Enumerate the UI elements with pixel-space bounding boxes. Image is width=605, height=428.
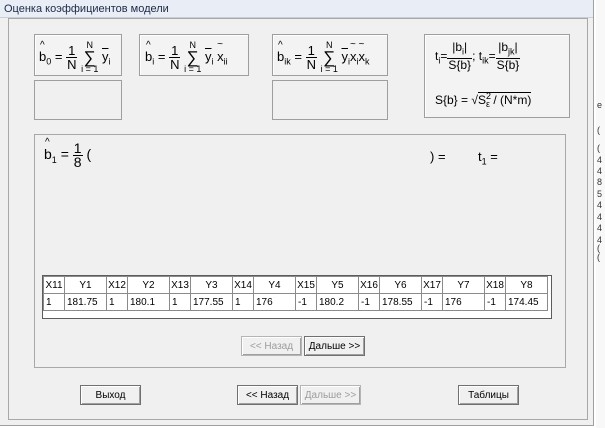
- column-header: Y6: [379, 276, 422, 294]
- column-header: Y2: [127, 276, 170, 294]
- table-cell[interactable]: 177.55: [190, 293, 233, 311]
- table-cell[interactable]: 178.55: [379, 293, 422, 311]
- formula-t-box: ti= |bi| S{b}; tik= |bjk| S{b} S{b} = √S2ε /…: [424, 34, 570, 118]
- background-window-edge: e((4 4 8 5 4 4 4 4((: [596, 0, 605, 428]
- table-cell[interactable]: 1: [43, 293, 65, 311]
- calc-expression: ^ b1 = 1 8 (: [44, 137, 92, 170]
- bik-result-box: [272, 80, 388, 120]
- tables-button[interactable]: Таблицы: [458, 385, 519, 405]
- formula-b0-box: ^ b0 = 1 N N ∑ i = 1 yi: [34, 34, 122, 76]
- formula-t: ti= |bi| S{b}; tik= |bjk| S{b}: [435, 40, 521, 73]
- hat-symbol: ^: [40, 39, 45, 51]
- table-cell[interactable]: 180.1: [127, 293, 170, 311]
- calc-result: ) =: [430, 149, 446, 164]
- back-button[interactable]: << Назад: [237, 385, 298, 405]
- table-cell[interactable]: -1: [295, 293, 317, 311]
- background-text: (: [597, 143, 600, 153]
- column-header: X15: [295, 276, 317, 294]
- table-cell[interactable]: 181.75: [64, 293, 107, 311]
- data-table[interactable]: X11 Y1 X12 Y2 X13 Y3 X14 Y4 X15 Y5 X16 Y6 X17 Y7 X18 Y8…: [43, 276, 548, 311]
- table-cell[interactable]: 1: [232, 293, 254, 311]
- formula-s: S{b} = √S2ε / (N*m): [435, 91, 532, 110]
- coefficient-estimation-window: Оценка коэффициентов модели ^ b0 = 1 N N…: [0, 0, 594, 426]
- background-text: 5: [597, 189, 603, 199]
- fraction: 1 N: [66, 43, 78, 72]
- table-row[interactable]: 1 181.75 1 180.1 1 177.55 1 176 -1 180.2 -1 178.55-…: [43, 293, 548, 311]
- inner-back-button[interactable]: << Назад: [241, 336, 302, 356]
- column-header: X11: [43, 276, 65, 294]
- formula-bik-box: ^ bik = 1 N N ∑ i = 1 yi ~ xi ~ xk: [272, 34, 388, 76]
- background-text: (: [597, 125, 600, 135]
- column-header: Y7: [442, 276, 485, 294]
- column-header: X12: [106, 276, 128, 294]
- column-header: Y8: [505, 276, 548, 294]
- background-text: 4: [597, 166, 603, 176]
- column-header: Y4: [253, 276, 296, 294]
- background-text: e: [597, 100, 603, 110]
- table-cell[interactable]: -1: [358, 293, 380, 311]
- calc-t-value: t1 =: [478, 149, 498, 167]
- table-cell[interactable]: -1: [421, 293, 443, 311]
- formula-bik: ^ bik = 1 N N ∑ i = 1 yi ~ xi ~ xk: [277, 38, 370, 74]
- table-cell[interactable]: -1: [484, 293, 506, 311]
- table-header-row: X11 Y1 X12 Y2 X13 Y3 X14 Y4 X15 Y5 X16 Y6 X17 Y7 X18 Y8: [43, 276, 548, 294]
- table-cell[interactable]: 180.2: [316, 293, 359, 311]
- formula-bi-box: ^ bi = 1 N N ∑ i = 1 yi ~ xii: [139, 34, 249, 76]
- table-cell[interactable]: 176: [442, 293, 485, 311]
- b0-result-box: [34, 80, 122, 120]
- background-text: 4: [597, 155, 603, 165]
- background-text: 4: [597, 212, 603, 222]
- sum-symbol: N ∑ i = 1: [81, 40, 99, 74]
- table-cell[interactable]: 176: [253, 293, 296, 311]
- window-title: Оценка коэффициентов модели: [4, 3, 169, 15]
- formula-bi: ^ bi = 1 N N ∑ i = 1 yi ~ xii: [145, 38, 228, 74]
- column-header: X16: [358, 276, 380, 294]
- column-header: Y5: [316, 276, 359, 294]
- column-header: X14: [232, 276, 254, 294]
- background-text: (: [597, 252, 600, 262]
- exit-button[interactable]: Выход: [80, 385, 141, 405]
- column-header: X18: [484, 276, 506, 294]
- table-cell[interactable]: 1: [169, 293, 191, 311]
- formula-b0: ^ b0 = 1 N N ∑ i = 1 yi: [39, 39, 111, 74]
- column-header: Y1: [64, 276, 107, 294]
- background-text: 4: [597, 223, 603, 233]
- column-header: X13: [169, 276, 191, 294]
- calculation-panel: [34, 134, 566, 368]
- title-bar: Оценка коэффициентов модели: [0, 0, 593, 18]
- next-button[interactable]: Дальше >>: [300, 385, 361, 405]
- table-cell[interactable]: 1: [106, 293, 128, 311]
- background-text: 8: [597, 177, 603, 187]
- column-header: Y3: [190, 276, 233, 294]
- table-cell[interactable]: 174.45: [505, 293, 548, 311]
- background-text: 4: [597, 200, 603, 210]
- column-header: X17: [421, 276, 443, 294]
- inner-next-button[interactable]: Дальше >>: [304, 336, 365, 356]
